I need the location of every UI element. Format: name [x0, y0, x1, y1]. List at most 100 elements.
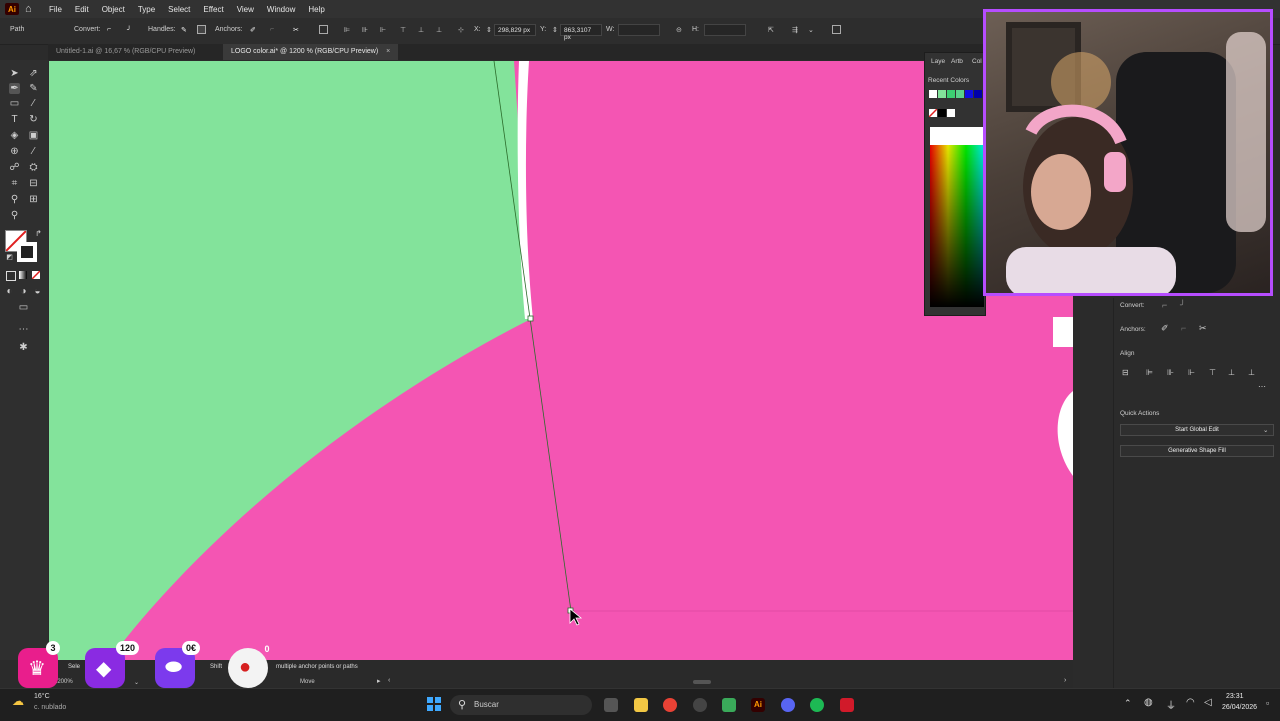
default-colors-icon[interactable]: ◩ — [4, 252, 15, 263]
swatch-white-2[interactable] — [947, 109, 955, 117]
type-tool-icon[interactable]: T — [9, 114, 20, 125]
swatch-green-mid[interactable] — [956, 90, 964, 98]
windows-start-icon[interactable] — [427, 697, 441, 711]
handles-hide-icon[interactable] — [197, 25, 206, 34]
align-right-icon[interactable]: ⊩ — [1188, 368, 1197, 377]
shape-builder-tool-icon[interactable]: ⊕ — [9, 146, 20, 157]
warp-tool-icon[interactable]: ☍ — [9, 162, 20, 173]
scroll-right-icon[interactable]: › — [1064, 677, 1066, 684]
screen-mode-icon[interactable]: ▭ — [18, 302, 29, 313]
stroke-swatch[interactable] — [17, 242, 37, 262]
w-input[interactable] — [618, 24, 660, 36]
connect-anchor-icon[interactable]: ⌐ — [1181, 323, 1186, 333]
convert-corner-icon[interactable]: ⌐ — [1162, 300, 1167, 310]
x-input[interactable]: 298,829 px — [494, 24, 536, 36]
reference-point-icon[interactable]: ⊹ — [458, 26, 464, 34]
cut-path-icon[interactable]: ✂ — [1199, 323, 1207, 334]
h-input[interactable] — [704, 24, 746, 36]
discord-icon[interactable] — [781, 698, 795, 712]
convert-smooth-icon[interactable]: ╯ — [127, 26, 131, 34]
menu-help[interactable]: Help — [308, 5, 324, 14]
microphone-icon[interactable]: ⏚ — [1166, 697, 1176, 712]
menu-object[interactable]: Object — [102, 5, 125, 14]
align-to-icon[interactable]: ⊟ — [1122, 368, 1131, 377]
align-center-icon[interactable]: ⊪ — [362, 26, 368, 34]
link-dimensions-icon[interactable]: ⊝ — [676, 26, 682, 34]
eyedropper-tool-icon[interactable]: ⁄ — [28, 146, 39, 157]
more-tools-icon[interactable]: ⋯ — [18, 324, 29, 335]
rectangle-tool-icon[interactable]: ▭ — [9, 98, 20, 109]
gradient-mode-icon[interactable] — [19, 271, 27, 279]
swatch-green-light[interactable] — [938, 90, 946, 98]
swap-fill-stroke-icon[interactable]: ↱ — [33, 228, 44, 239]
home-icon[interactable]: ⌂ — [25, 4, 35, 15]
arrange-icon[interactable]: ⇶ — [792, 26, 798, 34]
app-red-icon[interactable] — [840, 698, 854, 712]
menu-view[interactable]: View — [237, 5, 254, 14]
illustrator-taskbar-icon[interactable]: Ai — [751, 698, 765, 712]
spectrum-white-band[interactable] — [930, 127, 984, 145]
panel-options-icon[interactable] — [832, 25, 841, 34]
play-icon[interactable]: ▸ — [377, 677, 381, 685]
menu-effect[interactable]: Effect — [203, 5, 223, 14]
draw-normal-icon[interactable]: ◐ — [4, 286, 15, 297]
align-top-icon[interactable]: ⊤ — [1209, 368, 1218, 377]
volume-icon[interactable]: ◁ — [1204, 697, 1212, 708]
weather-icon[interactable]: ☁ — [12, 694, 24, 708]
paintbrush-tool-icon[interactable]: ⁄ — [28, 98, 39, 109]
align-left-icon[interactable]: ⊫ — [344, 26, 350, 34]
cut-path-icon[interactable]: ✂ — [293, 26, 299, 34]
tab-layers[interactable]: Laye — [931, 58, 945, 65]
align-middle-icon[interactable]: ⊥ — [418, 26, 424, 34]
more-options-icon[interactable]: ⋯ — [1258, 382, 1266, 391]
align-bottom-icon[interactable]: ⊥ — [436, 26, 442, 34]
lasso-tool-icon[interactable]: ⚲ — [9, 210, 20, 221]
draw-behind-icon[interactable]: ◑ — [18, 286, 29, 297]
handles-show-icon[interactable]: ✎ — [181, 26, 187, 34]
transform-icon[interactable]: ⇱ — [768, 26, 774, 34]
chevron-down-icon[interactable]: ⌄ — [808, 26, 814, 34]
pen-tool-icon[interactable]: ✒ — [9, 83, 20, 94]
chrome-icon[interactable] — [663, 698, 677, 712]
slice-tool-icon[interactable]: ⊟ — [28, 178, 39, 189]
direct-selection-tool-icon[interactable]: ⇗ — [28, 68, 39, 79]
align-bottom-icon[interactable]: ⊥ — [1248, 368, 1257, 377]
chevron-down-icon[interactable]: ⌄ — [1263, 426, 1268, 434]
swatch-blue[interactable] — [965, 90, 973, 98]
swatch-black[interactable] — [938, 109, 946, 117]
horizontal-scrollbar[interactable] — [693, 680, 711, 684]
symbol-sprayer-tool-icon[interactable]: ⛭ — [28, 162, 39, 173]
artboard-tool-icon[interactable]: ⌗ — [9, 178, 20, 189]
y-input[interactable]: 863,3107 px — [560, 24, 602, 41]
chevron-up-icon[interactable]: ⌃ — [1124, 698, 1132, 709]
notification-icon[interactable]: ▫ — [1266, 698, 1269, 708]
scroll-left-icon[interactable]: ‹ — [388, 677, 390, 684]
menu-edit[interactable]: Edit — [75, 5, 89, 14]
taskbar-search-box[interactable]: ⚲ Buscar — [450, 695, 592, 715]
none-swatch[interactable] — [929, 109, 937, 117]
swatch-navy[interactable] — [974, 90, 982, 98]
start-global-edit-button[interactable]: Start Global Edit — [1120, 424, 1274, 436]
network-icon[interactable]: ◍ — [1144, 697, 1153, 708]
swatch-green[interactable] — [947, 90, 955, 98]
draw-inside-icon[interactable]: ◒ — [32, 286, 43, 297]
x-stepper-icon[interactable]: ⇕ — [486, 26, 492, 34]
rotate-tool-icon[interactable]: ↻ — [28, 114, 39, 125]
task-view-icon[interactable] — [604, 698, 618, 712]
curvature-tool-icon[interactable]: ✎ — [28, 83, 39, 94]
y-stepper-icon[interactable]: ⇕ — [552, 26, 558, 34]
generative-shape-fill-button[interactable]: Generative Shape Fill — [1120, 445, 1274, 457]
menu-file[interactable]: File — [49, 5, 62, 14]
app-green-icon[interactable] — [722, 698, 736, 712]
artboard-canvas[interactable] — [49, 61, 1073, 660]
close-icon[interactable]: × — [386, 48, 390, 55]
weather-desc[interactable]: c. nublado — [34, 704, 66, 711]
clock-date[interactable]: 26/04/2026 — [1222, 704, 1257, 711]
align-left-icon[interactable]: ⊫ — [1146, 368, 1155, 377]
selection-tool-icon[interactable]: ➤ — [9, 68, 20, 79]
remove-anchor-icon[interactable]: ✐ — [250, 26, 256, 34]
gradient-tool-icon[interactable]: ▣ — [28, 130, 39, 141]
tab-untitled[interactable]: Untitled-1.ai @ 16,67 % (RGB/CPU Preview… — [48, 44, 203, 60]
edit-toolbar-icon[interactable]: ✱ — [18, 342, 29, 353]
none-mode-icon[interactable] — [32, 271, 40, 279]
